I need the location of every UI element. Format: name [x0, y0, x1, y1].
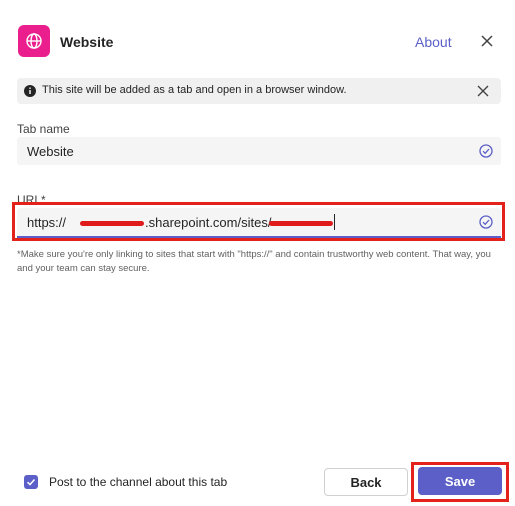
info-banner: This site will be added as a tab and ope… — [17, 78, 501, 104]
check-circle-icon — [479, 144, 493, 158]
redaction-mark — [80, 221, 144, 226]
tab-name-input[interactable]: Website — [17, 137, 501, 165]
tab-name-value: Website — [27, 144, 74, 159]
redaction-mark — [269, 221, 333, 226]
url-input[interactable]: https:// .sharepoint.com/sites/ — [17, 208, 501, 238]
globe-icon — [26, 33, 42, 49]
back-button[interactable]: Back — [324, 468, 408, 496]
info-icon — [24, 85, 36, 97]
about-link[interactable]: About — [415, 34, 452, 50]
url-middle: .sharepoint.com/sites/ — [145, 215, 272, 230]
tab-name-label: Tab name — [17, 122, 70, 136]
security-note: *Make sure you're only linking to sites … — [17, 249, 491, 274]
close-icon[interactable] — [478, 32, 496, 50]
post-to-channel-label: Post to the channel about this tab — [49, 475, 228, 489]
url-label: URL* — [17, 193, 46, 207]
url-prefix: https:// — [27, 215, 67, 230]
save-button[interactable]: Save — [418, 467, 502, 495]
dialog-title: Website — [60, 34, 114, 50]
text-cursor — [334, 214, 335, 230]
banner-text: This site will be added as a tab and ope… — [42, 84, 347, 96]
post-to-channel-checkbox[interactable] — [24, 475, 38, 489]
checkmark-icon — [26, 478, 36, 486]
dismiss-banner-icon[interactable] — [476, 84, 490, 98]
check-circle-icon — [479, 215, 493, 229]
website-app-icon — [18, 25, 50, 57]
